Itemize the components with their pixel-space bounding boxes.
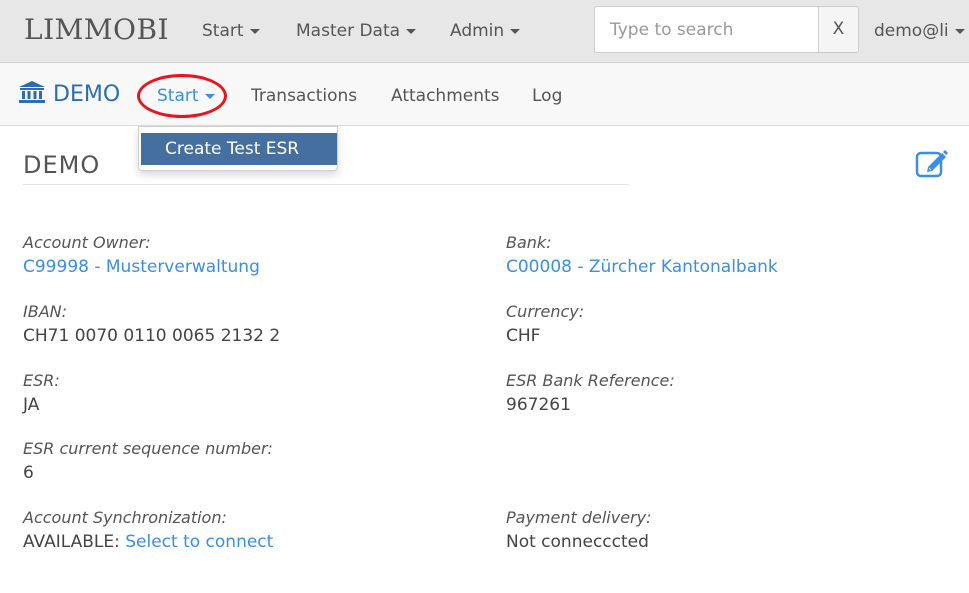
payment-delivery-value: Not connecccted [506,532,649,552]
bank-icon [19,81,45,103]
account-brand-label: DEMO [53,82,121,107]
caret-down-icon [406,28,417,34]
topnav-master-data[interactable]: Master Data [296,21,417,41]
subnav-start[interactable]: Start [157,86,215,106]
esr-bank-reference-label: ESR Bank Reference: [506,371,675,390]
sub-navbar: DEMO Start Transactions Attachments Log [0,63,969,126]
subnav-attachments[interactable]: Attachments [391,86,500,106]
topnav-master-data-label: Master Data [296,21,401,41]
esr-sequence-label: ESR current sequence number: [23,439,273,458]
user-menu[interactable]: demo@li [874,21,965,41]
subnav-transactions[interactable]: Transactions [251,86,357,106]
account-sync-label: Account Synchronization: [23,508,227,527]
account-owner-label: Account Owner: [23,233,151,252]
topnav-admin-label: Admin [450,21,505,41]
esr-value: JA [23,395,40,415]
currency-label: Currency: [506,302,585,321]
esr-label: ESR: [23,371,60,390]
caret-down-icon [204,93,215,99]
bank-label: Bank: [506,233,552,252]
title-divider [23,184,629,185]
create-test-esr-item[interactable]: Create Test ESR [141,133,337,165]
search-clear-button[interactable]: X [818,6,859,53]
top-navbar: LIMMOBI Start Master Data Admin X demo@l… [0,0,969,63]
caret-down-icon [954,28,965,34]
bank-link[interactable]: C00008 - Zürcher Kantonalbank [506,257,778,277]
select-to-connect-link[interactable]: Select to connect [125,532,273,552]
caret-down-icon [249,28,260,34]
payment-delivery-label: Payment delivery: [506,508,652,527]
edit-icon[interactable] [915,148,949,178]
app-brand[interactable]: LIMMOBI [24,13,169,46]
esr-sequence-value: 6 [23,463,34,483]
account-sync-value: AVAILABLE: Select to connect [23,532,273,552]
iban-value: CH71 0070 0110 0065 2132 2 [23,326,281,346]
subnav-start-label: Start [157,86,199,106]
topnav-start[interactable]: Start [202,21,260,41]
account-brand[interactable]: DEMO [19,81,120,107]
user-menu-label: demo@li [874,21,949,41]
account-owner-link[interactable]: C99998 - Musterverwaltung [23,257,260,277]
subnav-log[interactable]: Log [532,86,562,106]
topnav-admin[interactable]: Admin [450,21,521,41]
search-input[interactable] [594,6,819,53]
topnav-start-label: Start [202,21,244,41]
page-title: DEMO [23,151,101,179]
start-dropdown-menu: Create Test ESR [138,126,338,171]
currency-value: CHF [506,326,541,346]
account-sync-status: AVAILABLE: [23,532,120,552]
caret-down-icon [510,28,521,34]
esr-bank-reference-value: 967261 [506,395,571,415]
iban-label: IBAN: [23,302,67,321]
